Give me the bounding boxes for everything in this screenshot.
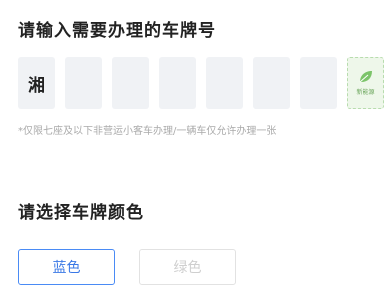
blue-plate-button[interactable]: 蓝色: [18, 249, 115, 285]
plate-char-box-7[interactable]: [300, 57, 337, 109]
plate-entry-page: 请输入需要办理的车牌号 湘 新能源 *仅限七座及以下非营运小客车办理/一辆车仅允…: [0, 0, 388, 308]
plate-province-box[interactable]: 湘: [18, 57, 55, 109]
plate-char-box-4[interactable]: [159, 57, 196, 109]
plate-new-energy-box[interactable]: 新能源: [347, 57, 384, 109]
plate-char-box-6[interactable]: [253, 57, 290, 109]
plate-char-box-5[interactable]: [206, 57, 243, 109]
green-plate-button[interactable]: 绿色: [139, 249, 236, 285]
plate-char-box-2[interactable]: [65, 57, 102, 109]
plate-input-title: 请输入需要办理的车牌号: [18, 21, 216, 41]
leaf-icon: [359, 71, 372, 83]
plate-input-row: 湘 新能源: [18, 57, 384, 109]
plate-char-box-3[interactable]: [112, 57, 149, 109]
plate-color-title: 请选择车牌颜色: [18, 203, 144, 223]
plate-note: *仅限七座及以下非营运小客车办理/一辆车仅允许办理一张: [18, 126, 277, 137]
new-energy-label: 新能源: [356, 89, 375, 96]
